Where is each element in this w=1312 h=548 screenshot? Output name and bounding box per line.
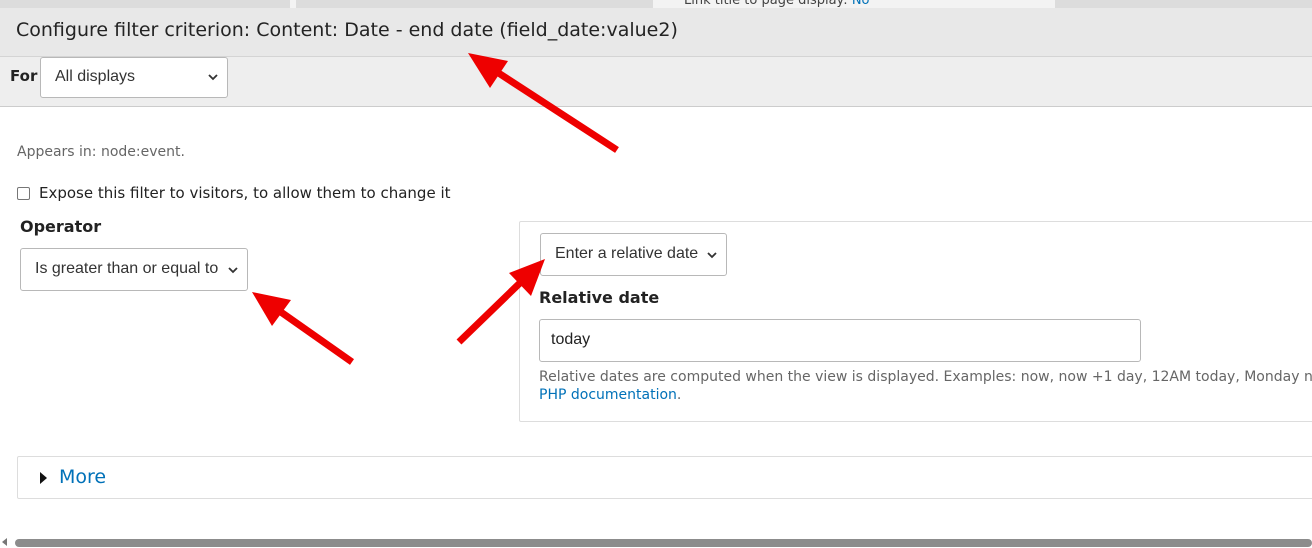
background-label: Link title to page display: bbox=[684, 0, 848, 8]
operator-value: Is greater than or equal to bbox=[35, 260, 219, 277]
chevron-down-icon bbox=[707, 252, 717, 259]
relative-date-help-link-line: PHP documentation. bbox=[539, 386, 1312, 404]
relative-date-help-text: Relative dates are computed when the vie… bbox=[539, 369, 1312, 385]
relative-date-help: Relative dates are computed when the vie… bbox=[539, 368, 1312, 404]
date-type-select[interactable]: Enter a relative date bbox=[540, 233, 727, 276]
help-suffix: . bbox=[676, 387, 682, 403]
operator-select[interactable]: Is greater than or equal to bbox=[20, 248, 248, 291]
triangle-right-icon bbox=[40, 472, 47, 484]
red-arrow-icon bbox=[252, 292, 355, 365]
value-fieldset: Enter a relative date Relative date toda… bbox=[519, 221, 1312, 422]
date-type-value: Enter a relative date bbox=[555, 245, 699, 262]
more-details[interactable]: More bbox=[17, 456, 1312, 499]
for-displays-select[interactable]: All displays bbox=[40, 57, 228, 98]
background-link[interactable]: No bbox=[852, 0, 870, 8]
for-label: For bbox=[10, 67, 38, 85]
dialog-title-bar: Configure filter criterion: Content: Dat… bbox=[0, 8, 1312, 57]
appears-in-text: Appears in: node:event. bbox=[17, 144, 185, 160]
display-override-bar: For All displays bbox=[0, 57, 1312, 107]
background-page: Link title to page display: No bbox=[0, 0, 1312, 8]
relative-date-input[interactable]: today bbox=[539, 319, 1141, 362]
operator-label: Operator bbox=[20, 217, 102, 236]
expose-filter-label[interactable]: Expose this filter to visitors, to allow… bbox=[39, 184, 451, 202]
relative-date-label: Relative date bbox=[539, 288, 660, 307]
more-details-label[interactable]: More bbox=[59, 466, 106, 488]
horizontal-scrollbar[interactable] bbox=[0, 536, 1312, 548]
php-documentation-link[interactable]: PHP documentation bbox=[539, 387, 677, 403]
for-displays-value: All displays bbox=[55, 68, 136, 85]
chevron-down-icon bbox=[228, 267, 238, 274]
chevron-down-icon bbox=[208, 74, 218, 81]
scroll-left-arrow-icon[interactable] bbox=[2, 538, 7, 546]
scrollbar-thumb[interactable] bbox=[15, 539, 1312, 547]
background-text: Link title to page display: No bbox=[684, 0, 870, 8]
page: Link title to page display: No Configure… bbox=[0, 0, 1312, 548]
dialog-title: Configure filter criterion: Content: Dat… bbox=[16, 19, 678, 41]
expose-filter-checkbox[interactable] bbox=[17, 187, 30, 200]
